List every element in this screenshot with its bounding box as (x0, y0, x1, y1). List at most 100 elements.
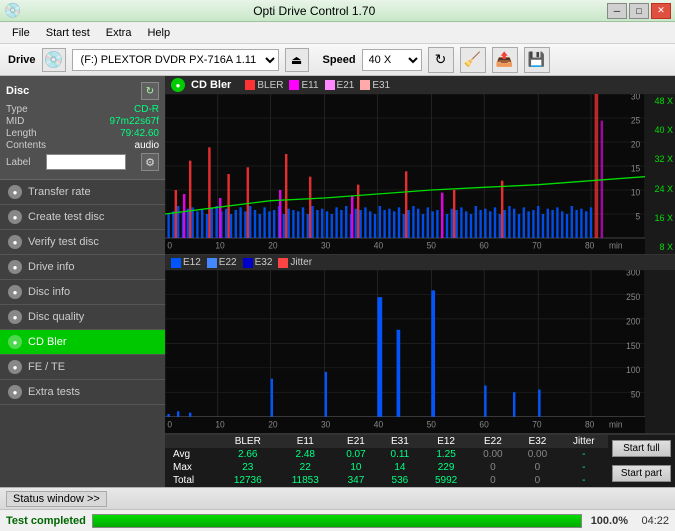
title-bar: 💿 Opti Drive Control 1.70 ─ □ ✕ (0, 0, 675, 22)
svg-text:min: min (609, 240, 623, 251)
main-content: Disc ↻ Type CD-R MID 97m22s67f Length 79… (0, 76, 675, 487)
e12-legend-color (171, 258, 181, 268)
create-test-disc-icon: ● (8, 210, 22, 224)
svg-text:40: 40 (374, 240, 383, 251)
cell-jitter: - (560, 461, 608, 474)
svg-text:30: 30 (321, 240, 330, 251)
svg-text:150: 150 (626, 340, 640, 351)
menu-file[interactable]: File (4, 25, 38, 41)
sidebar-item-verify-test-disc[interactable]: ● Verify test disc (0, 230, 165, 255)
drive-icon: 💿 (42, 48, 66, 72)
app-title: Opti Drive Control 1.70 (21, 4, 607, 18)
svg-text:80: 80 (585, 419, 594, 430)
minimize-button[interactable]: ─ (607, 3, 627, 19)
sidebar: Disc ↻ Type CD-R MID 97m22s67f Length 79… (0, 76, 165, 487)
drive-select[interactable]: (F:) PLEXTOR DVDR PX-716A 1.11 (72, 49, 279, 71)
label-input[interactable] (46, 154, 126, 170)
cell-e32: 0 (515, 461, 560, 474)
clear-button[interactable]: 🧹 (460, 47, 486, 73)
start-part-button[interactable]: Start part (612, 465, 671, 482)
svg-text:60: 60 (479, 240, 488, 251)
svg-text:70: 70 (532, 240, 541, 251)
sidebar-item-extra-tests[interactable]: ● Extra tests (0, 380, 165, 405)
label-gear-button[interactable]: ⚙ (141, 153, 159, 171)
cell-e31: 536 (378, 474, 421, 487)
svg-text:50: 50 (427, 419, 436, 430)
col-e21: E21 (334, 435, 379, 448)
cell-e11: 11853 (277, 474, 334, 487)
sidebar-item-cd-bler[interactable]: ● CD Bler (0, 330, 165, 355)
length-label: Length (6, 128, 37, 139)
cell-e11: 2.48 (277, 448, 334, 461)
svg-text:60: 60 (479, 419, 488, 430)
cell-bler: 12736 (219, 474, 277, 487)
svg-text:10: 10 (215, 240, 224, 251)
col-e11: E11 (277, 435, 334, 448)
cell-e11: 22 (277, 461, 334, 474)
bler-legend-color (245, 80, 255, 90)
menu-extra[interactable]: Extra (98, 25, 140, 41)
table-row: Avg 2.66 2.48 0.07 0.11 1.25 0.00 0.00 - (165, 448, 608, 461)
disc-info-icon: ● (8, 285, 22, 299)
top-chart-right-axis: 48 X 40 X 32 X 24 X 16 X 8 X (645, 94, 675, 254)
disc-refresh-button[interactable]: ↻ (141, 82, 159, 100)
sidebar-item-drive-info[interactable]: ● Drive info (0, 255, 165, 280)
svg-text:10: 10 (215, 419, 224, 430)
sidebar-item-fe-te[interactable]: ● FE / TE (0, 355, 165, 380)
status-bar: Status window >> (0, 487, 675, 509)
svg-text:30: 30 (631, 94, 640, 101)
menu-start-test[interactable]: Start test (38, 25, 98, 41)
cell-jitter: - (560, 474, 608, 487)
cd-bler-chart-icon: ● (171, 78, 185, 92)
bottom-chart-svg-area: 300 250 200 150 100 50 0 10 20 30 40 50 … (165, 270, 645, 433)
cell-e12: 5992 (422, 474, 471, 487)
top-chart-container: ● CD Bler BLER E11 E21 E31 (165, 76, 675, 255)
sidebar-item-disc-info[interactable]: ● Disc info (0, 280, 165, 305)
progress-bar-area: Test completed 100.0% 04:22 (0, 509, 675, 531)
svg-text:250: 250 (626, 291, 640, 302)
export-button[interactable]: 📤 (492, 47, 518, 73)
close-button[interactable]: ✕ (651, 3, 671, 19)
progress-bar (92, 514, 582, 528)
start-full-button[interactable]: Start full (612, 440, 671, 457)
svg-text:50: 50 (427, 240, 436, 251)
e21-legend-color (325, 80, 335, 90)
mid-value: 97m22s67f (110, 116, 159, 127)
label-field-label: Label (6, 157, 30, 168)
fe-te-icon: ● (8, 360, 22, 374)
row-label: Total (165, 474, 219, 487)
transfer-rate-icon: ● (8, 185, 22, 199)
svg-text:0: 0 (167, 419, 172, 430)
maximize-button[interactable]: □ (629, 3, 649, 19)
col-e31: E31 (378, 435, 421, 448)
eject-button[interactable]: ⏏ (285, 48, 309, 72)
refresh-button[interactable]: ↻ (428, 47, 454, 73)
save-button[interactable]: 💾 (524, 47, 550, 73)
svg-text:300: 300 (626, 270, 640, 278)
sidebar-item-disc-quality[interactable]: ● Disc quality (0, 305, 165, 330)
svg-text:80: 80 (585, 240, 594, 251)
verify-test-disc-icon: ● (8, 235, 22, 249)
toolbar: Drive 💿 (F:) PLEXTOR DVDR PX-716A 1.11 ⏏… (0, 44, 675, 76)
svg-text:5: 5 (636, 211, 641, 222)
col-e22: E22 (471, 435, 516, 448)
menu-help[interactable]: Help (139, 25, 178, 41)
sidebar-item-transfer-rate[interactable]: ● Transfer rate (0, 180, 165, 205)
e31-legend-color (360, 80, 370, 90)
sidebar-item-create-test-disc[interactable]: ● Create test disc (0, 205, 165, 230)
row-label: Max (165, 461, 219, 474)
bottom-chart-body: 300 250 200 150 100 50 0 10 20 30 40 50 … (165, 270, 675, 433)
cell-e32: 0.00 (515, 448, 560, 461)
e11-legend-label: E11 (301, 80, 318, 91)
cell-e31: 0.11 (378, 448, 421, 461)
svg-text:50: 50 (631, 389, 640, 400)
speed-select[interactable]: 40 X 8 X 16 X 24 X 32 X 48 X (362, 49, 422, 71)
type-value: CD-R (134, 104, 159, 115)
progress-percentage: 100.0% (588, 515, 628, 527)
table-row: Max 23 22 10 14 229 0 0 - (165, 461, 608, 474)
progress-bar-fill (93, 515, 581, 527)
top-chart-body: 30 25 20 15 10 5 0 10 20 30 40 50 60 (165, 94, 675, 254)
type-label: Type (6, 104, 28, 115)
status-window-button[interactable]: Status window >> (6, 491, 107, 507)
svg-text:0: 0 (167, 240, 172, 251)
